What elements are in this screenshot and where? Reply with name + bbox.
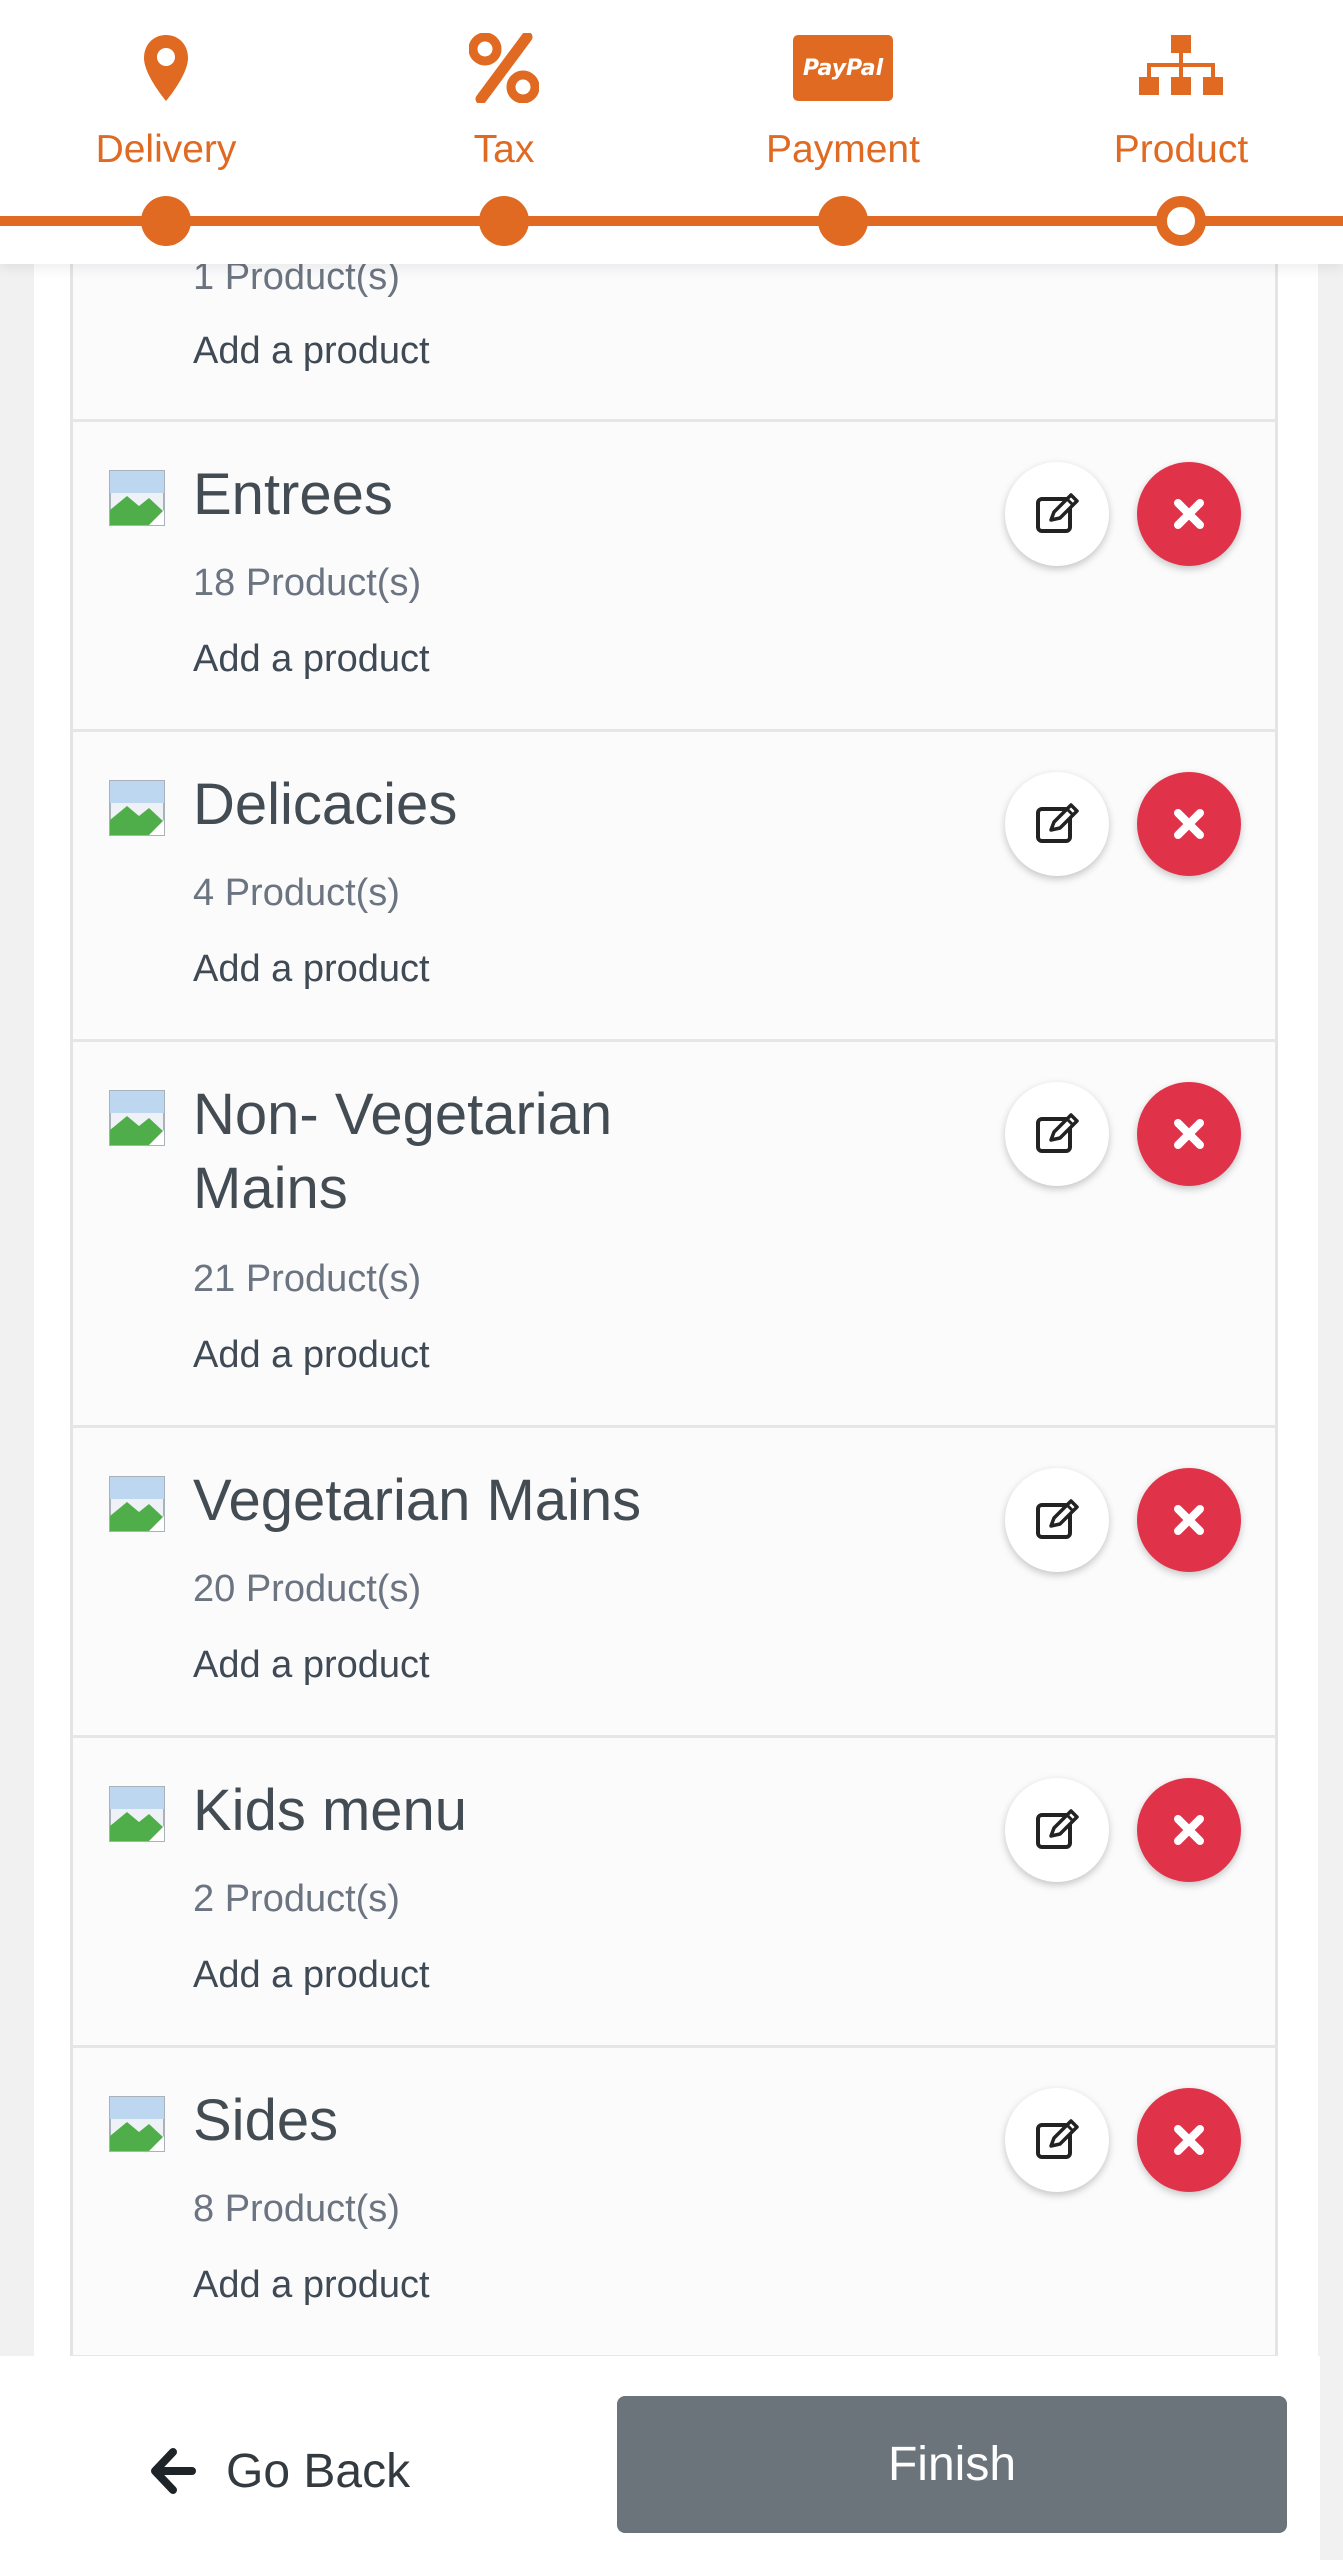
add-product-link[interactable]: Add a product [193, 1334, 430, 1377]
add-product-link[interactable]: Add a product [193, 1644, 430, 1687]
step-indicator [479, 196, 529, 246]
close-icon [1174, 809, 1204, 839]
broken-image-icon [109, 1786, 165, 1842]
close-icon [1174, 1505, 1204, 1535]
add-product-link[interactable]: Add a product [193, 2264, 430, 2307]
edit-icon [1036, 1113, 1079, 1153]
close-icon [1174, 499, 1204, 529]
sitemap-icon [1121, 30, 1241, 106]
edit-icon [1036, 803, 1079, 843]
category-product-count: 21 Product(s) [193, 1258, 422, 1300]
delete-category-button[interactable] [1137, 1468, 1241, 1572]
go-back-button[interactable]: Go Back [150, 2436, 410, 2506]
broken-image-icon [109, 470, 165, 526]
category-product-count: 8 Product(s) [193, 2188, 400, 2230]
category-title: Vegetarian Mains [193, 1468, 642, 1533]
step-delivery[interactable]: Delivery [36, 0, 296, 264]
edit-category-button[interactable] [1005, 2088, 1109, 2192]
paypal-icon: PayPal [783, 30, 903, 106]
category-title: Entrees [193, 462, 393, 527]
arrow-left-icon [151, 2448, 196, 2494]
add-product-link[interactable]: Add a product [193, 948, 430, 991]
close-icon [1174, 1815, 1204, 1845]
category-card: Non- Vegetarian Mains 21 Product(s) Add … [70, 1042, 1278, 1428]
step-product[interactable]: Product [1051, 0, 1311, 264]
go-back-label: Go Back [226, 2444, 411, 2498]
category-title: Sides [193, 2088, 339, 2153]
edit-icon [1036, 1499, 1079, 1539]
category-product-count: 4 Product(s) [193, 872, 400, 914]
category-product-count: 18 Product(s) [193, 562, 422, 604]
step-indicator [818, 196, 868, 246]
edit-category-button[interactable] [1005, 1082, 1109, 1186]
category-card: Kids menu 2 Product(s) Add a product [70, 1738, 1278, 2048]
step-label: Product [1113, 128, 1249, 171]
category-title: Delicacies [193, 772, 458, 837]
step-indicator-current [1156, 196, 1206, 246]
step-indicator [141, 196, 191, 246]
edit-icon [1036, 1809, 1079, 1849]
add-product-link[interactable]: Add a product [193, 1954, 430, 1997]
broken-image-icon [109, 1476, 165, 1532]
category-card: Delicacies 4 Product(s) Add a product [70, 732, 1278, 1042]
delete-category-button[interactable] [1137, 462, 1241, 566]
step-payment[interactable]: PayPal Payment [713, 0, 973, 264]
category-title: Kids menu [193, 1778, 468, 1843]
edit-category-button[interactable] [1005, 1468, 1109, 1572]
step-label: Tax [473, 128, 535, 171]
edit-category-button[interactable] [1005, 462, 1109, 566]
broken-image-icon [109, 1090, 165, 1146]
delete-category-button[interactable] [1137, 1082, 1241, 1186]
category-title: Non- Vegetarian Mains [193, 1082, 613, 1221]
finish-button[interactable]: Finish [617, 2396, 1287, 2533]
checkout-stepper: Delivery Tax PayPal Payment Product [0, 0, 1343, 264]
category-card: Vegetarian Mains 20 Product(s) Add a pro… [70, 1428, 1278, 1738]
category-product-count: 2 Product(s) [193, 1878, 400, 1920]
category-card: Sides 8 Product(s) Add a product [70, 2048, 1278, 2358]
close-icon [1174, 2125, 1204, 2155]
add-product-link[interactable]: Add a product [193, 330, 430, 373]
step-label: Delivery [95, 128, 237, 171]
delete-category-button[interactable] [1137, 2088, 1241, 2192]
paypal-logo: PayPal [793, 35, 893, 101]
edit-icon [1036, 2119, 1079, 2159]
edit-category-button[interactable] [1005, 772, 1109, 876]
percent-icon [444, 30, 564, 106]
edit-icon [1036, 493, 1079, 533]
add-product-link[interactable]: Add a product [193, 638, 430, 681]
delete-category-button[interactable] [1137, 772, 1241, 876]
edit-category-button[interactable] [1005, 1778, 1109, 1882]
category-card: Entrees 18 Product(s) Add a product [70, 422, 1278, 732]
category-product-count: 20 Product(s) [193, 1568, 422, 1610]
delete-category-button[interactable] [1137, 1778, 1241, 1882]
footer-bar: Go Back Finish [0, 2356, 1320, 2560]
close-icon [1174, 1119, 1204, 1149]
broken-image-icon [109, 780, 165, 836]
broken-image-icon [109, 2096, 165, 2152]
step-label: Payment [766, 128, 920, 171]
step-tax[interactable]: Tax [374, 0, 634, 264]
map-pin-icon [106, 30, 226, 106]
